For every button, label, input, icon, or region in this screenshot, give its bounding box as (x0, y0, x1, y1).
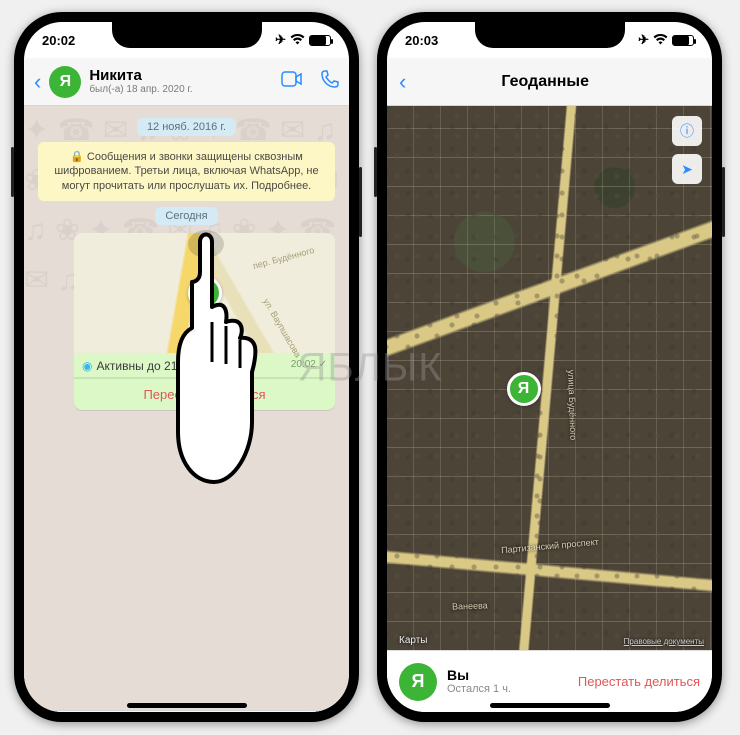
map-controls: ⓘ ➤ (672, 116, 702, 184)
back-button[interactable]: ‹ (34, 69, 41, 95)
phone-left: 20:02 ✈︎ ‹ Я Никита был(-а) 18 апр. 2020… (14, 12, 359, 722)
voice-call-button[interactable] (321, 70, 339, 93)
status-indicators: ✈︎ (275, 32, 331, 48)
self-avatar: Я (399, 663, 437, 701)
page-title: Геоданные (501, 73, 589, 91)
contact-name: Никита (89, 68, 263, 85)
status-time: 20:02 (42, 33, 75, 48)
tap-gesture-illustration (164, 222, 274, 502)
encryption-notice[interactable]: 🔒 Сообщения и звонки защищены сквозным ш… (38, 142, 335, 201)
legal-link[interactable]: Правовые документы (624, 637, 704, 646)
geo-header: ‹ Геоданные (387, 58, 712, 106)
battery-icon (672, 35, 694, 46)
date-badge: 12 нояб. 2016 г. (137, 118, 236, 136)
screen-right: 20:03 ✈︎ ‹ Геоданные ⓘ ➤ улица Будённого… (387, 22, 712, 712)
phone-right: 20:03 ✈︎ ‹ Геоданные ⓘ ➤ улица Будённого… (377, 12, 722, 722)
home-indicator[interactable] (127, 703, 247, 708)
last-seen: был(-а) 18 апр. 2020 г. (89, 84, 263, 95)
live-location-icon: ◉ (82, 359, 92, 373)
video-call-button[interactable] (281, 71, 303, 92)
chat-header: ‹ Я Никита был(-а) 18 апр. 2020 г. (24, 58, 349, 106)
notch (112, 22, 262, 48)
wifi-icon (653, 33, 668, 48)
contact-avatar[interactable]: Я (49, 66, 81, 98)
street-label: Партизанский проспект (501, 537, 599, 555)
airplane-icon: ✈︎ (638, 32, 649, 48)
battery-icon (309, 35, 331, 46)
street-label: улица Будённого (566, 369, 578, 440)
time-remaining: Остался 1 ч. (447, 683, 568, 696)
input-bar: + (24, 710, 349, 712)
self-name: Вы (447, 667, 568, 684)
stop-sharing-button[interactable]: Перестать делиться (578, 674, 700, 689)
back-button[interactable]: ‹ (399, 69, 406, 95)
message-timestamp: 20:02 ✓ (291, 359, 327, 373)
satellite-map[interactable]: ⓘ ➤ улица Будённого Партизанский проспек… (387, 106, 712, 650)
map-info-button[interactable]: ⓘ (672, 116, 702, 146)
notch (475, 22, 625, 48)
airplane-icon: ✈︎ (275, 32, 286, 48)
locate-me-button[interactable]: ➤ (672, 154, 702, 184)
map-attribution: Карты (395, 635, 428, 646)
screen-left: 20:02 ✈︎ ‹ Я Никита был(-а) 18 апр. 2020… (24, 22, 349, 712)
contact-info[interactable]: Никита был(-а) 18 апр. 2020 г. (89, 68, 263, 96)
home-indicator[interactable] (490, 703, 610, 708)
status-indicators: ✈︎ (638, 32, 694, 48)
self-info: Вы Остался 1 ч. (447, 667, 568, 697)
location-pin[interactable]: Я (507, 372, 541, 406)
status-time: 20:03 (405, 33, 438, 48)
wifi-icon (290, 33, 305, 48)
street-label: Ванеева (452, 600, 488, 611)
